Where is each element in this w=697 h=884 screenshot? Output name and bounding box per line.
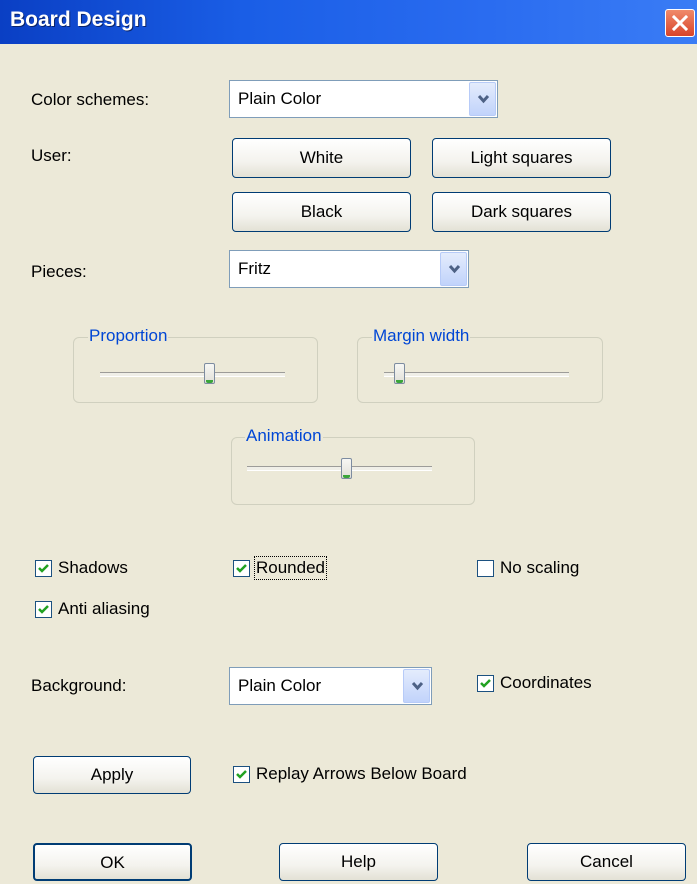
title-bar[interactable]: Board Design bbox=[0, 0, 697, 44]
margin-width-group-label: Margin width bbox=[372, 326, 471, 346]
ok-button[interactable]: OK bbox=[33, 843, 192, 881]
chevron-down-icon bbox=[448, 264, 461, 274]
shadows-checkbox-label[interactable]: Shadows bbox=[58, 558, 128, 578]
pieces-label: Pieces: bbox=[31, 262, 87, 281]
animation-slider-track[interactable] bbox=[247, 466, 432, 471]
background-select[interactable]: Plain Color bbox=[229, 667, 432, 705]
apply-button[interactable]: Apply bbox=[33, 756, 191, 794]
coordinates-checkbox-box[interactable] bbox=[477, 675, 494, 692]
proportion-group-label: Proportion bbox=[88, 326, 169, 346]
white-button-label: White bbox=[299, 148, 344, 167]
proportion-slider-thumb[interactable] bbox=[204, 363, 215, 384]
margin-width-slider-track[interactable] bbox=[384, 372, 569, 377]
background-label: Background: bbox=[31, 676, 127, 695]
close-icon bbox=[671, 14, 689, 32]
coordinates-checkbox-label[interactable]: Coordinates bbox=[500, 673, 592, 693]
shadows-checkbox-box[interactable] bbox=[35, 560, 52, 577]
pieces-value: Fritz bbox=[238, 259, 272, 278]
pieces-dropdown-button[interactable] bbox=[440, 252, 467, 286]
proportion-slider-track[interactable] bbox=[100, 372, 285, 377]
dark-squares-button-label: Dark squares bbox=[470, 202, 573, 221]
check-icon bbox=[236, 564, 247, 573]
ok-button-label: OK bbox=[100, 853, 125, 872]
black-button-label: Black bbox=[300, 202, 343, 221]
check-icon bbox=[38, 564, 49, 573]
background-dropdown-button[interactable] bbox=[403, 669, 430, 703]
help-button-label: Help bbox=[341, 852, 376, 871]
margin-width-slider-thumb[interactable] bbox=[394, 363, 405, 384]
animation-slider-thumb[interactable] bbox=[341, 458, 352, 479]
chevron-down-icon bbox=[477, 94, 490, 104]
color-scheme-value: Plain Color bbox=[238, 89, 322, 108]
apply-button-label: Apply bbox=[90, 765, 134, 784]
anti-aliasing-checkbox-box[interactable] bbox=[35, 601, 52, 618]
window-title: Board Design bbox=[10, 8, 147, 31]
close-button[interactable] bbox=[665, 9, 695, 37]
replay-arrows-checkbox-box[interactable] bbox=[233, 766, 250, 783]
color-schemes-label: Color schemes: bbox=[31, 90, 150, 109]
rounded-checkbox-box[interactable] bbox=[233, 560, 250, 577]
color-scheme-select[interactable]: Plain Color bbox=[229, 80, 498, 118]
user-label: User: bbox=[31, 146, 72, 165]
background-value: Plain Color bbox=[238, 676, 322, 695]
light-squares-button[interactable]: Light squares bbox=[432, 138, 611, 178]
light-squares-button-label: Light squares bbox=[470, 148, 573, 167]
rounded-checkbox-label[interactable]: Rounded bbox=[253, 556, 328, 580]
dark-squares-button[interactable]: Dark squares bbox=[432, 192, 611, 232]
cancel-button-label: Cancel bbox=[580, 852, 633, 871]
chevron-down-icon bbox=[411, 681, 424, 691]
check-icon bbox=[38, 605, 49, 614]
replay-arrows-checkbox-label[interactable]: Replay Arrows Below Board bbox=[256, 764, 467, 784]
check-icon bbox=[236, 770, 247, 779]
animation-group-label: Animation bbox=[245, 426, 323, 446]
cancel-button[interactable]: Cancel bbox=[527, 843, 686, 881]
pieces-select[interactable]: Fritz bbox=[229, 250, 469, 288]
color-scheme-dropdown-button[interactable] bbox=[469, 82, 496, 116]
no-scaling-checkbox-label[interactable]: No scaling bbox=[500, 558, 579, 578]
animation-group bbox=[231, 437, 475, 505]
proportion-group bbox=[73, 337, 318, 403]
no-scaling-checkbox-box[interactable] bbox=[477, 560, 494, 577]
black-button[interactable]: Black bbox=[232, 192, 411, 232]
anti-aliasing-checkbox-label[interactable]: Anti aliasing bbox=[58, 599, 150, 619]
check-icon bbox=[480, 679, 491, 688]
help-button[interactable]: Help bbox=[279, 843, 438, 881]
white-button[interactable]: White bbox=[232, 138, 411, 178]
